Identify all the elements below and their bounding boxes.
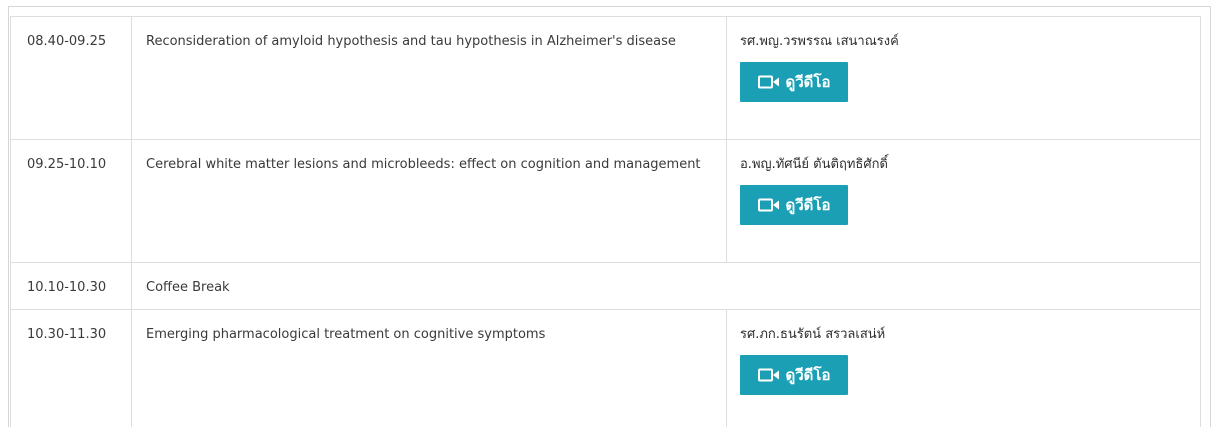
- watch-video-button[interactable]: ดูวีดีโอ: [740, 62, 848, 102]
- watch-video-label: ดูวีดีโอ: [785, 197, 831, 214]
- watch-video-label: ดูวีดีโอ: [785, 74, 831, 91]
- watch-video-button[interactable]: ดูวีดีโอ: [740, 185, 848, 225]
- break-cell: Coffee Break: [131, 262, 1201, 310]
- topic-cell: Cerebral white matter lesions and microb…: [131, 139, 727, 263]
- video-camera-icon: [757, 198, 779, 212]
- table-row: 10.30-11.30 Emerging pharmacological tre…: [10, 309, 1201, 427]
- speaker-name: อ.พญ.ทัศนีย์ ตันติฤทธิศักดิ์: [740, 157, 888, 172]
- time-cell: 08.40-09.25: [10, 16, 132, 140]
- time-cell: 09.25-10.10: [10, 139, 132, 263]
- table-row: 10.10-10.30 Coffee Break: [10, 262, 1201, 310]
- video-camera-icon: [757, 75, 779, 89]
- speaker-cell: อ.พญ.ทัศนีย์ ตันติฤทธิศักดิ์ ดูวีดีโอ: [726, 139, 1201, 263]
- topic-cell: Emerging pharmacological treatment on co…: [131, 309, 727, 427]
- speaker-name: รศ.พญ.วรพรรณ เสนาณรงค์: [740, 34, 899, 49]
- table-row: 09.25-10.10 Cerebral white matter lesion…: [10, 139, 1201, 263]
- topic-cell: Reconsideration of amyloid hypothesis an…: [131, 16, 727, 140]
- watch-video-button[interactable]: ดูวีดีโอ: [740, 355, 848, 395]
- speaker-cell: รศ.พญ.วรพรรณ เสนาณรงค์ ดูวีดีโอ: [726, 16, 1201, 140]
- watch-video-label: ดูวีดีโอ: [785, 367, 831, 384]
- speaker-cell: รศ.ภก.ธนรัตน์ สรวลเสน่ห์ ดูวีดีโอ: [726, 309, 1201, 427]
- schedule-table: 08.40-09.25 Reconsideration of amyloid h…: [10, 16, 1201, 427]
- time-cell: 10.10-10.30: [10, 262, 132, 310]
- time-cell: 10.30-11.30: [10, 309, 132, 427]
- table-row: 08.40-09.25 Reconsideration of amyloid h…: [10, 16, 1201, 140]
- video-camera-icon: [757, 368, 779, 382]
- page: 08.40-09.25 Reconsideration of amyloid h…: [0, 0, 1217, 427]
- speaker-name: รศ.ภก.ธนรัตน์ สรวลเสน่ห์: [740, 327, 886, 342]
